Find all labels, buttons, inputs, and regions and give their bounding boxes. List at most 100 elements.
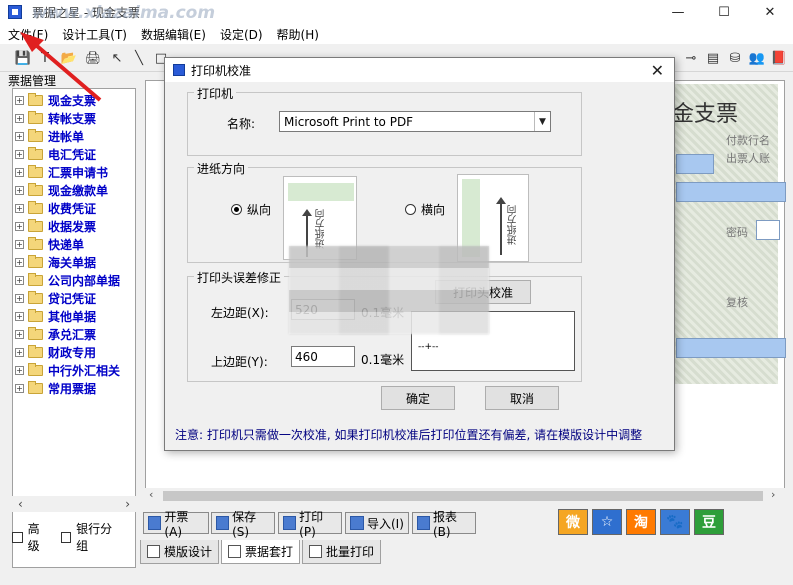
chevron-down-icon[interactable]: ▼ bbox=[534, 112, 550, 131]
tab-label: 票据套打 bbox=[245, 545, 294, 559]
overprint-icon bbox=[228, 545, 242, 558]
expand-icon[interactable]: + bbox=[15, 275, 24, 285]
printer-calibration-dialog: 打印机校准 ✕ 打印机 名称: Microsoft Print to PDF ▼… bbox=[164, 57, 675, 451]
tree-hscrollbar[interactable]: ‹ › bbox=[12, 496, 136, 512]
landscape-option[interactable]: 横向 bbox=[405, 201, 445, 218]
weibo-icon[interactable]: 微 bbox=[558, 509, 588, 535]
tab-label: 模版设计 bbox=[164, 545, 213, 559]
ok-button[interactable]: 确定 bbox=[381, 386, 455, 410]
tree-item-label: 其他单据 bbox=[48, 309, 97, 324]
tree-item[interactable]: + 财政专用 bbox=[15, 343, 96, 361]
document-hscrollbar[interactable]: ‹ › bbox=[145, 488, 785, 504]
database-icon[interactable]: ⛁ bbox=[726, 49, 744, 67]
folder-icon bbox=[28, 200, 43, 214]
expand-icon[interactable]: + bbox=[15, 365, 24, 375]
line-icon[interactable]: ╲ bbox=[130, 49, 148, 67]
folder-icon bbox=[28, 128, 43, 142]
advanced-checkbox[interactable] bbox=[12, 531, 23, 543]
tree-item[interactable]: + 收费凭证 bbox=[15, 199, 96, 217]
tree-item[interactable]: + 常用票据 bbox=[15, 379, 96, 397]
tab-template-design[interactable]: 模版设计 bbox=[140, 540, 220, 564]
close-button[interactable]: ✕ bbox=[747, 0, 793, 24]
scroll-right-icon[interactable]: › bbox=[771, 488, 775, 501]
save-button[interactable]: 保存(S) bbox=[211, 510, 275, 539]
scroll-left-icon[interactable]: ‹ bbox=[18, 497, 23, 511]
bank-group-checkbox[interactable] bbox=[60, 531, 72, 543]
expand-icon[interactable]: + bbox=[15, 383, 24, 393]
tree-item-label: 承兑汇票 bbox=[48, 327, 97, 342]
minimize-button[interactable]: — bbox=[655, 0, 701, 24]
taobao-icon[interactable]: 淘 bbox=[626, 509, 656, 535]
top-margin-input[interactable]: 460 bbox=[291, 346, 355, 367]
expand-icon[interactable]: + bbox=[15, 113, 24, 123]
field-bar[interactable] bbox=[756, 220, 780, 240]
field-bar[interactable] bbox=[676, 154, 714, 174]
expand-icon[interactable]: + bbox=[15, 293, 24, 303]
expand-icon[interactable]: + bbox=[15, 149, 24, 159]
book-icon[interactable]: 📕 bbox=[770, 49, 788, 67]
tree-item[interactable]: + 电汇凭证 bbox=[15, 145, 96, 163]
left-panel: 票据管理 + 现金支票 + 转帐支票 + 进帐单 + 电汇凭证 + 汇票申请书 + 现金缴款单 + 收费凭… bbox=[4, 72, 136, 577]
landscape-radio[interactable] bbox=[405, 204, 416, 215]
import-button[interactable]: 导入(I) bbox=[345, 512, 409, 534]
maximize-button[interactable]: ☐ bbox=[701, 0, 747, 24]
portrait-option[interactable]: 纵向 bbox=[231, 201, 271, 218]
batch-print-icon bbox=[309, 545, 323, 558]
printer-name-label: 名称: bbox=[227, 117, 256, 131]
tab-batch-print[interactable]: 批量打印 bbox=[302, 540, 382, 564]
users-icon[interactable]: 👥 bbox=[748, 49, 766, 67]
tree-item[interactable]: + 进帐单 bbox=[15, 127, 84, 145]
tab-overprint[interactable]: 票据套打 bbox=[221, 540, 301, 564]
menu-help[interactable]: 帮助(H) bbox=[271, 26, 325, 43]
link-icon[interactable]: ⊸ bbox=[682, 49, 700, 67]
folder-icon bbox=[28, 182, 43, 196]
issue-button[interactable]: 开票(A) bbox=[143, 510, 209, 539]
print-button[interactable]: 打印(P) bbox=[278, 510, 342, 539]
expand-icon[interactable]: + bbox=[15, 203, 24, 213]
tree-item[interactable]: + 中行外汇相关 bbox=[15, 361, 120, 379]
tree-item[interactable]: + 转帐支票 bbox=[15, 109, 96, 127]
cancel-button[interactable]: 取消 bbox=[485, 386, 559, 410]
report-button[interactable]: 报表(B) bbox=[412, 510, 476, 539]
feed-direction-title: 进纸方向 bbox=[194, 160, 249, 177]
expand-icon[interactable]: + bbox=[15, 221, 24, 231]
douban-icon[interactable]: 豆 bbox=[694, 509, 724, 535]
dialog-close-button[interactable]: ✕ bbox=[651, 61, 664, 80]
printer-select[interactable]: Microsoft Print to PDF ▼ bbox=[279, 111, 551, 132]
expand-icon[interactable]: + bbox=[15, 347, 24, 357]
tree-item[interactable]: + 公司内部单据 bbox=[15, 271, 120, 289]
folder-icon bbox=[28, 272, 43, 286]
folder-icon bbox=[28, 344, 43, 358]
layers-icon[interactable]: ▤ bbox=[704, 49, 722, 67]
scroll-thumb[interactable] bbox=[163, 491, 763, 501]
tree-item[interactable]: + 海关单据 bbox=[15, 253, 96, 271]
folder-icon bbox=[28, 236, 43, 250]
field-bar[interactable] bbox=[676, 182, 786, 202]
paw-icon[interactable]: 🐾 bbox=[660, 509, 690, 535]
tree-item[interactable]: + 现金缴款单 bbox=[15, 181, 108, 199]
expand-icon[interactable]: + bbox=[15, 167, 24, 177]
expand-icon[interactable]: + bbox=[15, 131, 24, 141]
expand-icon[interactable]: + bbox=[15, 239, 24, 249]
tree-item[interactable]: + 收据发票 bbox=[15, 217, 96, 235]
star-icon[interactable]: ☆ bbox=[592, 509, 622, 535]
tree-item-label: 中行外汇相关 bbox=[48, 363, 121, 378]
menu-data-edit[interactable]: 数据编辑(E) bbox=[135, 26, 212, 43]
tree-item[interactable]: + 其他单据 bbox=[15, 307, 96, 325]
scroll-right-icon[interactable]: › bbox=[125, 497, 130, 511]
menu-settings[interactable]: 设定(D) bbox=[214, 26, 269, 43]
scroll-left-icon[interactable]: ‹ bbox=[149, 488, 153, 501]
bank-group-label: 银行分组 bbox=[76, 522, 113, 553]
field-bar[interactable] bbox=[676, 338, 786, 358]
folder-icon bbox=[28, 254, 43, 268]
tree-item[interactable]: + 汇票申请书 bbox=[15, 163, 108, 181]
portrait-radio[interactable] bbox=[231, 204, 242, 215]
expand-icon[interactable]: + bbox=[15, 185, 24, 195]
tree-item[interactable]: + 承兑汇票 bbox=[15, 325, 96, 343]
print-label: 打印(P) bbox=[299, 509, 324, 539]
expand-icon[interactable]: + bbox=[15, 329, 24, 339]
expand-icon[interactable]: + bbox=[15, 257, 24, 267]
tree-item[interactable]: + 快递单 bbox=[15, 235, 84, 253]
tree-item[interactable]: + 贷记凭证 bbox=[15, 289, 96, 307]
expand-icon[interactable]: + bbox=[15, 311, 24, 321]
